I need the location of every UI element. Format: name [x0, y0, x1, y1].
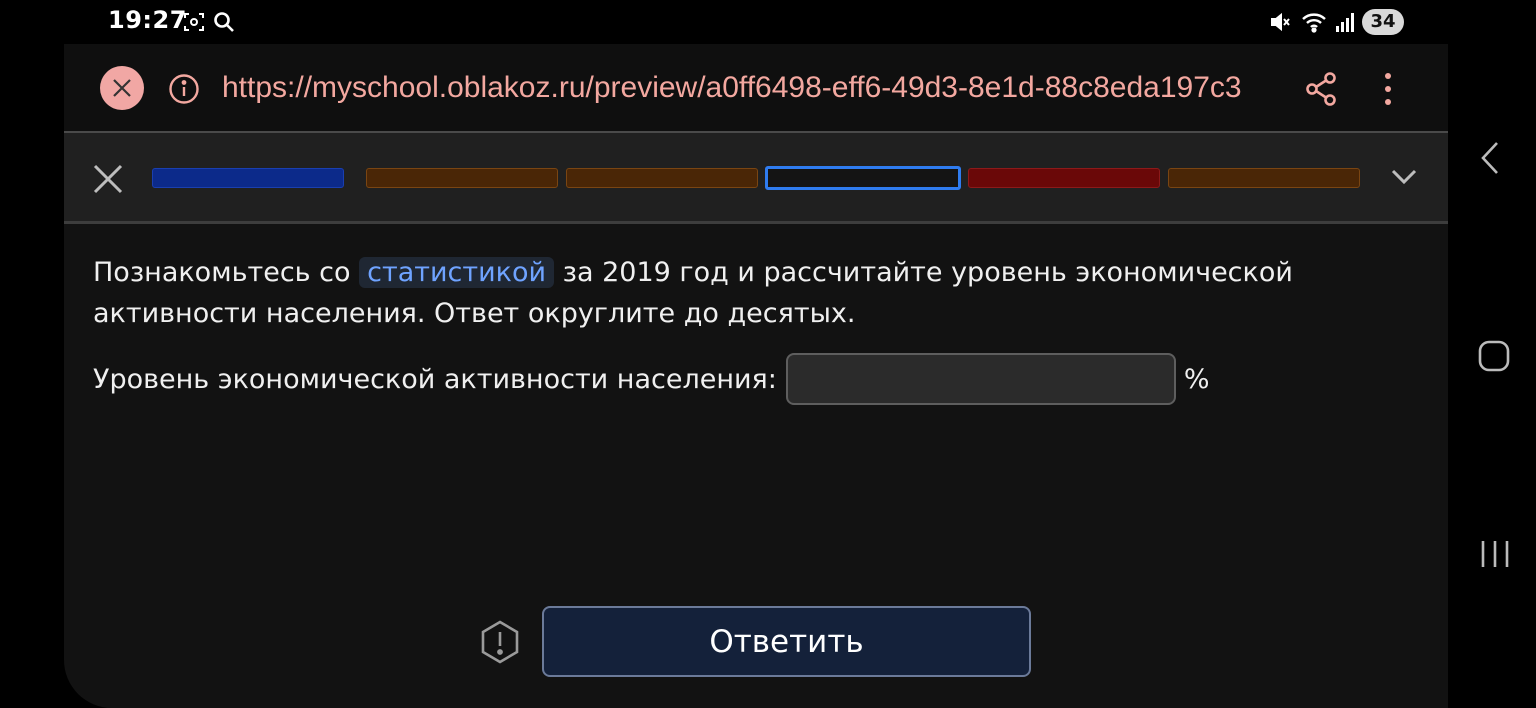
report-issue-icon[interactable]	[478, 619, 522, 669]
progress-segment[interactable]	[1168, 168, 1360, 188]
system-navigation-bar	[1448, 0, 1536, 708]
answer-input[interactable]	[785, 353, 1176, 405]
status-bar: 19:27 34	[64, 0, 1448, 44]
question-text: Познакомьтесь со статистикой за 2019 год…	[93, 252, 1423, 334]
mute-icon	[1268, 10, 1292, 38]
status-time: 19:27	[108, 6, 187, 34]
progress-segment[interactable]	[765, 166, 961, 190]
back-icon[interactable]	[1478, 140, 1502, 180]
answer-label: Уровень экономической активности населен…	[93, 363, 777, 395]
home-icon[interactable]	[1478, 340, 1510, 376]
wifi-icon	[1300, 10, 1328, 38]
progress-segment[interactable]	[566, 168, 758, 188]
recent-apps-icon[interactable]	[1480, 538, 1510, 574]
url-bar: https://myschool.oblakoz.ru/preview/a0ff…	[64, 44, 1448, 133]
browser-window: https://myschool.oblakoz.ru/preview/a0ff…	[64, 44, 1448, 708]
question-text-before: Познакомьтесь со	[93, 257, 360, 288]
close-icon[interactable]	[92, 163, 124, 199]
more-menu-icon[interactable]	[1376, 71, 1400, 111]
close-tab-button[interactable]	[100, 66, 144, 110]
submit-answer-button[interactable]: Ответить	[542, 606, 1031, 677]
percent-unit: %	[1183, 363, 1210, 395]
progress-segment[interactable]	[152, 168, 344, 188]
screenshot-icon	[182, 10, 206, 38]
battery-indicator: 34	[1362, 9, 1404, 35]
progress-segment[interactable]	[968, 168, 1160, 188]
chevron-down-icon[interactable]	[1390, 166, 1418, 190]
url-text[interactable]: https://myschool.oblakoz.ru/preview/a0ff…	[222, 71, 1242, 105]
close-icon	[113, 79, 131, 97]
signal-icon	[1334, 10, 1356, 38]
search-icon	[212, 10, 236, 38]
task-progress-bar	[64, 133, 1448, 224]
progress-segment[interactable]	[366, 168, 558, 188]
statistics-link[interactable]: статистикой	[359, 257, 555, 288]
site-info-icon[interactable]	[168, 73, 200, 109]
answer-row: Уровень экономической активности населен…	[93, 352, 1210, 406]
share-icon[interactable]	[1304, 71, 1338, 111]
